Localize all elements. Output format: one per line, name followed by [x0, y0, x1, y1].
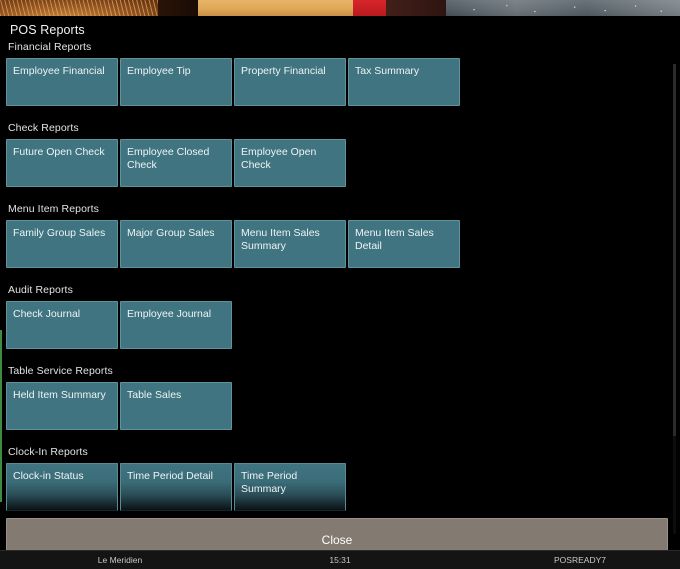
report-tile-label: Tax Summary	[355, 65, 420, 77]
report-group-title: Financial Reports	[8, 41, 92, 53]
report-tile-employee-tip[interactable]: Employee Tip	[120, 58, 232, 106]
report-group-title: Clock-In Reports	[8, 446, 88, 458]
report-group-clock-in-reports: Clock-In Reports Clock-in Status Time Peri…	[0, 446, 674, 511]
report-tile-label: Time Period Summary	[241, 470, 298, 495]
background-strip-dark-segment-1	[158, 0, 198, 16]
report-tile-label: Employee Financial	[13, 65, 105, 77]
report-tile-label: Family Group Sales	[13, 227, 106, 239]
background-strip-speckle-overlay	[446, 0, 680, 16]
report-tile-label: Employee Closed Check	[127, 146, 210, 171]
report-tile-label: Employee Open Check	[241, 146, 317, 171]
status-bar: Le Meridien 15:31 POSREADY7	[0, 550, 680, 569]
report-group-title: Check Reports	[8, 122, 79, 134]
report-tile-label: Future Open Check	[13, 146, 105, 158]
report-tile-employee-closed-check[interactable]: Employee Closed Check	[120, 139, 232, 187]
report-group-title: Table Service Reports	[8, 365, 113, 377]
report-tile-employee-financial[interactable]: Employee Financial	[6, 58, 118, 106]
report-group-title: Audit Reports	[8, 284, 73, 296]
report-tile-row: Held Item Summary Table Sales	[0, 382, 674, 430]
report-tile-label: Menu Item Sales Summary	[241, 227, 320, 252]
report-tile-label: Time Period Detail	[127, 470, 213, 482]
report-tile-menu-item-sales-detail[interactable]: Menu Item Sales Detail	[348, 220, 460, 268]
report-tile-row: Future Open Check Employee Closed Check Em…	[0, 139, 674, 187]
report-tile-clock-in-status[interactable]: Clock-in Status	[6, 463, 118, 511]
report-tile-label: Check Journal	[13, 308, 81, 320]
background-strip-dark-segment-2	[386, 0, 446, 16]
pos-reports-dialog: POS Reports Financial Reports Employee Fi…	[0, 16, 680, 569]
report-tile-check-journal[interactable]: Check Journal	[6, 301, 118, 349]
report-group-check-reports: Check Reports Future Open Check Employee C…	[0, 122, 674, 187]
report-group-title: Menu Item Reports	[8, 203, 99, 215]
report-tile-table-sales[interactable]: Table Sales	[120, 382, 232, 430]
report-group-audit-reports: Audit Reports Check Journal Employee Journ…	[0, 284, 674, 349]
report-tile-label: Table Sales	[127, 389, 182, 401]
report-tile-label: Employee Journal	[127, 308, 212, 320]
close-button-label: Close	[321, 532, 353, 547]
report-group-menu-item-reports: Menu Item Reports Family Group Sales Major…	[0, 203, 674, 268]
report-tile-row: Check Journal Employee Journal	[0, 301, 674, 349]
report-tile-time-period-summary[interactable]: Time Period Summary	[234, 463, 346, 511]
report-tile-family-group-sales[interactable]: Family Group Sales	[6, 220, 118, 268]
pos-reports-screen: POS Reports Financial Reports Employee Fi…	[0, 0, 680, 569]
page-title: POS Reports	[10, 23, 85, 37]
background-strip-gold-segment	[198, 0, 353, 16]
report-group-table-service-reports: Table Service Reports Held Item Summary Ta…	[0, 365, 674, 430]
report-tile-tax-summary[interactable]: Tax Summary	[348, 58, 460, 106]
report-tile-row: Family Group Sales Major Group Sales Menu …	[0, 220, 674, 268]
background-strip-wood-segment	[0, 0, 158, 16]
report-tile-employee-journal[interactable]: Employee Journal	[120, 301, 232, 349]
report-tile-property-financial[interactable]: Property Financial	[234, 58, 346, 106]
status-time: 15:31	[329, 555, 351, 565]
report-tile-major-group-sales[interactable]: Major Group Sales	[120, 220, 232, 268]
status-property-name: Le Meridien	[97, 555, 143, 565]
report-group-financial-reports: Financial Reports Employee Financial Emplo…	[0, 41, 674, 106]
status-workstation: POSREADY7	[554, 555, 606, 565]
report-tile-label: Property Financial	[241, 65, 326, 77]
report-tile-held-item-summary[interactable]: Held Item Summary	[6, 382, 118, 430]
report-tile-time-period-detail[interactable]: Time Period Detail	[120, 463, 232, 511]
report-tile-employee-open-check[interactable]: Employee Open Check	[234, 139, 346, 187]
vertical-scrollbar-thumb[interactable]	[673, 64, 676, 436]
report-tile-label: Held Item Summary	[13, 389, 106, 401]
background-strip-red-segment	[353, 0, 386, 16]
report-tile-row: Employee Financial Employee Tip Property F…	[0, 58, 674, 106]
reports-scroll-area[interactable]: Financial Reports Employee Financial Emplo…	[0, 41, 674, 511]
report-tile-label: Employee Tip	[127, 65, 191, 77]
report-tile-label: Major Group Sales	[127, 227, 215, 239]
report-tile-label: Menu Item Sales Detail	[355, 227, 434, 252]
report-tile-future-open-check[interactable]: Future Open Check	[6, 139, 118, 187]
report-tile-row: Clock-in Status Time Period Detail Time Pe…	[0, 463, 674, 511]
report-tile-label: Clock-in Status	[13, 470, 84, 482]
background-image-strip	[0, 0, 680, 16]
scroll-position-indicator	[0, 330, 2, 502]
report-tile-menu-item-sales-summary[interactable]: Menu Item Sales Summary	[234, 220, 346, 268]
